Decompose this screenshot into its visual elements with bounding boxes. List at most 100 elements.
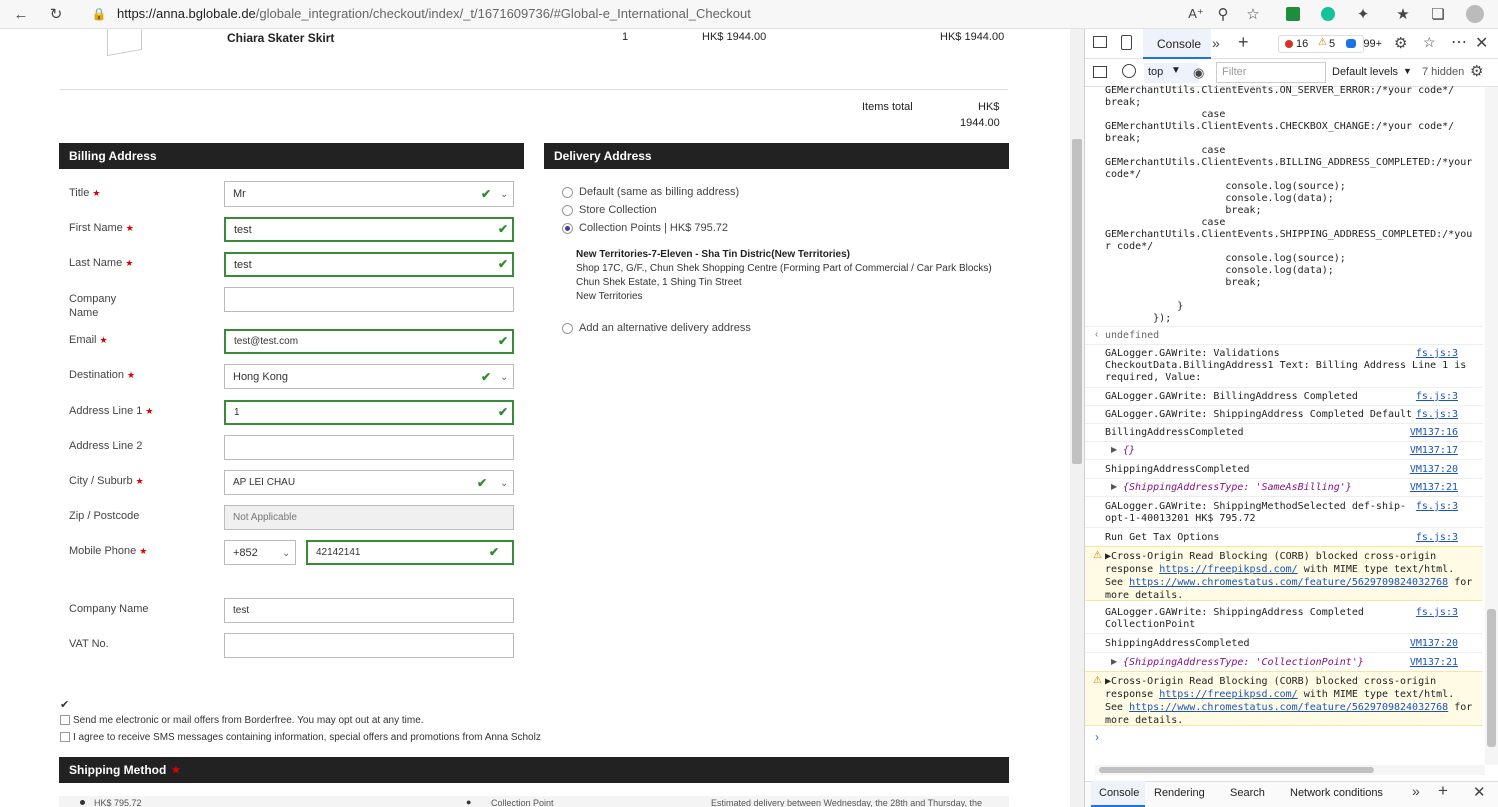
checkbox-checked[interactable]: ✔: [60, 698, 70, 711]
undefined-result: undefined: [1105, 330, 1160, 341]
company-input[interactable]: [224, 287, 514, 312]
radio-alternative[interactable]: [562, 323, 573, 334]
drawer-tab-rendering[interactable]: Rendering: [1154, 787, 1205, 799]
log-shipping-collection-point: GALogger.GAWrite: ShippingAddress Comple…: [1105, 607, 1364, 630]
profile-avatar[interactable]: [1462, 2, 1488, 26]
log-source-link[interactable]: VM137:21: [1410, 657, 1458, 668]
log-source-link[interactable]: VM137:20: [1410, 638, 1458, 649]
log-source-link[interactable]: VM137:21: [1410, 482, 1458, 493]
radio-collection[interactable]: [562, 223, 573, 234]
horizontal-scrollbar-thumb[interactable]: [1099, 767, 1374, 773]
clear-console-icon[interactable]: [1122, 64, 1136, 78]
customize-icon[interactable]: ☆: [1423, 34, 1436, 51]
destination-label: Destination ★: [69, 369, 136, 381]
message-count: 99+: [1363, 38, 1382, 50]
sidebar-toggle-icon[interactable]: [1093, 66, 1107, 78]
company-name-input[interactable]: test: [224, 598, 514, 623]
device-toolbar-icon[interactable]: [1121, 35, 1132, 50]
log-empty-object[interactable]: {}: [1123, 445, 1135, 457]
radio-default[interactable]: [562, 187, 573, 198]
divider: [1085, 652, 1483, 653]
items-total-currency: HK$: [978, 101, 1000, 113]
zoom-icon[interactable]: ⚲: [1210, 2, 1236, 26]
log-source-link[interactable]: VM137:16: [1410, 427, 1458, 438]
first-name-input[interactable]: test: [224, 217, 514, 242]
favorites-bar-icon[interactable]: ★: [1390, 2, 1416, 26]
more-options-icon[interactable]: ⋯: [1451, 32, 1467, 52]
divider: [1085, 326, 1483, 327]
address2-input[interactable]: [224, 435, 514, 460]
collections-icon[interactable]: ❏: [1425, 2, 1451, 26]
settings-gear-icon[interactable]: ⚙: [1394, 34, 1407, 52]
title-select[interactable]: Mr: [224, 181, 514, 207]
console-prompt-icon[interactable]: ›: [1095, 730, 1099, 744]
expand-triangle-icon[interactable]: ▶: [1111, 482, 1117, 491]
expand-triangle-icon[interactable]: ▶: [1111, 657, 1117, 666]
log-same-as-billing[interactable]: {ShippingAddressType: 'SameAsBilling'}: [1123, 482, 1352, 494]
log-source-link[interactable]: fs.js:3: [1416, 391, 1458, 402]
more-drawer-tabs-icon[interactable]: »: [1412, 783, 1420, 799]
more-tabs-icon[interactable]: »: [1212, 35, 1220, 51]
log-source-link[interactable]: fs.js:3: [1416, 501, 1458, 512]
log-source-link[interactable]: fs.js:3: [1416, 607, 1458, 618]
vat-input[interactable]: [224, 633, 514, 658]
shipping-radio-dot: [80, 800, 85, 805]
tab-console-label: Console: [1157, 37, 1202, 51]
close-drawer-icon[interactable]: ✕: [1473, 783, 1486, 801]
last-name-input[interactable]: test: [224, 252, 514, 277]
address1-input[interactable]: 1: [224, 400, 514, 425]
grammarly-icon[interactable]: [1315, 2, 1341, 26]
sms-checkbox[interactable]: [60, 732, 70, 742]
log-shipping-address-completed-2: ShippingAddressCompleted: [1105, 638, 1250, 649]
warning-icon: ⚠: [1093, 550, 1102, 561]
favorite-icon[interactable]: ☆: [1240, 2, 1266, 26]
city-label: City / Suburb ★: [69, 475, 144, 487]
log-source-link[interactable]: VM137:17: [1410, 445, 1458, 456]
console-settings-icon[interactable]: ⚙: [1470, 62, 1483, 80]
drawer-tab-network-conditions[interactable]: Network conditions: [1290, 787, 1383, 799]
email-input[interactable]: test@test.com: [224, 329, 514, 354]
read-aloud-icon[interactable]: A⁺: [1183, 2, 1209, 26]
log-source-link[interactable]: VM137:20: [1410, 464, 1458, 475]
check-icon: ✔: [498, 222, 509, 236]
address1-label: Address Line 1 ★: [69, 405, 154, 417]
page-scrollbar-thumb[interactable]: [1072, 139, 1082, 464]
log-tax-options: Run Get Tax Options: [1105, 532, 1220, 543]
url-path: /globale_integration/checkout/index/_t/1…: [255, 6, 751, 21]
reload-icon[interactable]: ↻: [43, 2, 69, 26]
offers-checkbox[interactable]: [60, 715, 70, 725]
drawer-tab-search[interactable]: Search: [1230, 787, 1265, 799]
check-icon: ✔: [489, 545, 500, 559]
shipping-price: HK$ 795.72: [94, 798, 142, 807]
chevron-down-icon: ⌄: [500, 372, 509, 383]
check-icon: ✔: [477, 476, 488, 490]
back-icon[interactable]: ←: [8, 2, 34, 26]
browser-toolbar: ← ↻ 🔒 https://anna.bglobale.de/globale_i…: [0, 0, 1498, 29]
log-collection-point-object[interactable]: {ShippingAddressType: 'CollectionPoint'}: [1123, 657, 1364, 669]
delivery-address-header: Delivery Address: [544, 143, 1009, 169]
extension-green-icon[interactable]: [1280, 2, 1306, 26]
radio-store[interactable]: [562, 205, 573, 216]
log-source-link[interactable]: fs.js:3: [1416, 532, 1458, 543]
add-tab-icon[interactable]: +: [1238, 32, 1249, 53]
option-store-label: Store Collection: [579, 204, 657, 216]
destination-select[interactable]: Hong Kong: [224, 364, 514, 389]
log-source-link[interactable]: fs.js:3: [1416, 348, 1458, 359]
eye-icon[interactable]: ◉: [1193, 65, 1204, 81]
inspect-icon[interactable]: [1093, 36, 1107, 48]
console-scrollbar-thumb[interactable]: [1487, 609, 1496, 747]
lock-icon[interactable]: 🔒: [86, 2, 112, 26]
log-source-link[interactable]: fs.js:3: [1416, 409, 1458, 420]
phone-input[interactable]: 42142141: [306, 540, 514, 565]
close-devtools-icon[interactable]: ✕: [1475, 33, 1488, 53]
add-drawer-tab-icon[interactable]: +: [1438, 781, 1448, 801]
log-levels-select[interactable]: Default levels: [1332, 66, 1398, 78]
divider: [1085, 527, 1483, 528]
extensions-icon[interactable]: ✦: [1350, 2, 1376, 26]
expand-triangle-icon[interactable]: ▶: [1111, 445, 1117, 454]
address-bar[interactable]: https://anna.bglobale.de/globale_integra…: [117, 6, 751, 21]
log-shipping-method: GALogger.GAWrite: ShippingMethodSelected…: [1105, 501, 1407, 524]
city-select[interactable]: AP LEI CHAU: [224, 470, 514, 495]
filter-input[interactable]: Filter: [1216, 62, 1326, 83]
page-scrollbar[interactable]: [1070, 29, 1084, 807]
